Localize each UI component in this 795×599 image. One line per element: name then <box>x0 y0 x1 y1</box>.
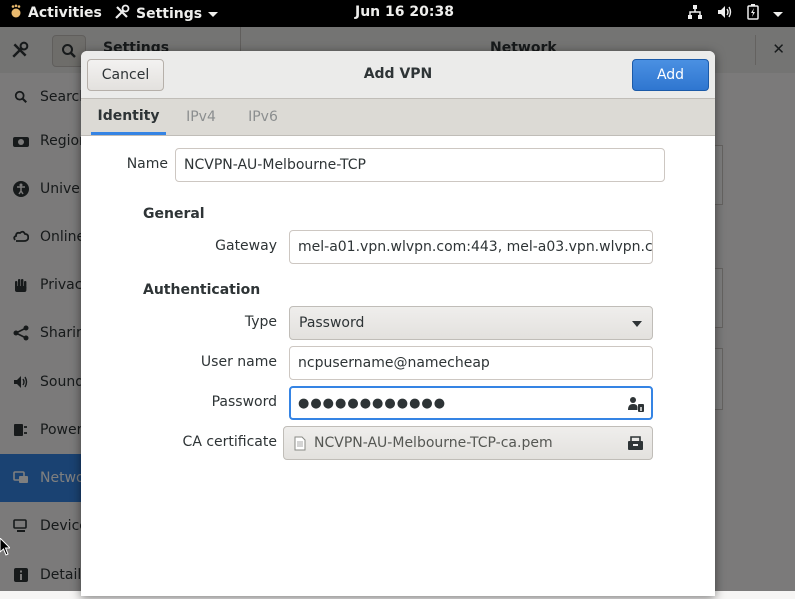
tools-icon <box>114 4 130 24</box>
add-vpn-dialog: Cancel Add VPN Add Identity IPv4 IPv6 Na… <box>81 51 715 596</box>
type-label: Type <box>244 314 277 330</box>
gateway-label: Gateway <box>215 238 277 254</box>
ca-certificate-chooser[interactable]: NCVPN-AU-Melbourne-TCP-ca.pem <box>283 426 653 460</box>
dialog-headerbar: Cancel Add VPN Add <box>81 51 715 99</box>
dialog-title: Add VPN <box>363 66 433 82</box>
add-button[interactable]: Add <box>632 59 709 91</box>
tab-ipv6[interactable]: IPv6 <box>241 99 285 135</box>
network-wired-icon <box>687 4 703 24</box>
tab-identity[interactable]: Identity <box>91 99 166 135</box>
file-icon <box>294 436 306 451</box>
app-menu-label: Settings <box>136 6 203 22</box>
identity-form: Name NCVPN-AU-Melbourne-TCP General Gate… <box>81 136 715 596</box>
password-options-icon[interactable] <box>627 395 645 417</box>
clock[interactable]: Jun 16 20:38 <box>355 4 454 20</box>
file-chooser-icon <box>627 435 644 455</box>
volume-icon <box>717 4 733 24</box>
ca-certificate-label: CA certificate <box>182 434 277 450</box>
username-label: User name <box>200 354 277 370</box>
username-field[interactable]: ncpusername@namecheap <box>289 346 653 380</box>
type-dropdown[interactable]: Password <box>289 306 653 340</box>
system-menu-chevron-icon <box>773 11 783 17</box>
gnome-foot-icon <box>10 4 22 22</box>
ca-certificate-value: NCVPN-AU-Melbourne-TCP-ca.pem <box>314 435 553 451</box>
tab-bar: Identity IPv4 IPv6 <box>81 99 715 136</box>
password-field[interactable]: ●●●●●●●●●●●● <box>289 386 653 420</box>
password-mask: ●●●●●●●●●●●● <box>298 395 447 411</box>
app-menu[interactable]: Settings <box>114 4 219 24</box>
top-bar: Activities Settings Jun 16 20:38 <box>0 0 795 27</box>
tab-ipv4[interactable]: IPv4 <box>179 99 223 135</box>
system-tray[interactable] <box>687 4 783 24</box>
gateway-field[interactable]: mel-a01.vpn.wlvpn.com:443, mel-a03.vpn.w… <box>289 230 653 264</box>
chevron-down-icon <box>632 321 642 327</box>
mouse-pointer-icon <box>0 537 12 560</box>
chevron-down-icon <box>208 11 219 17</box>
password-label: Password <box>211 394 277 410</box>
name-label: Name <box>126 156 168 172</box>
activities-button[interactable]: Activities <box>10 4 102 22</box>
authentication-heading: Authentication <box>143 282 261 298</box>
type-value: Password <box>299 315 365 331</box>
battery-icon <box>747 4 759 24</box>
general-heading: General <box>143 206 205 222</box>
name-field[interactable]: NCVPN-AU-Melbourne-TCP <box>175 148 665 182</box>
activities-label: Activities <box>28 5 102 21</box>
